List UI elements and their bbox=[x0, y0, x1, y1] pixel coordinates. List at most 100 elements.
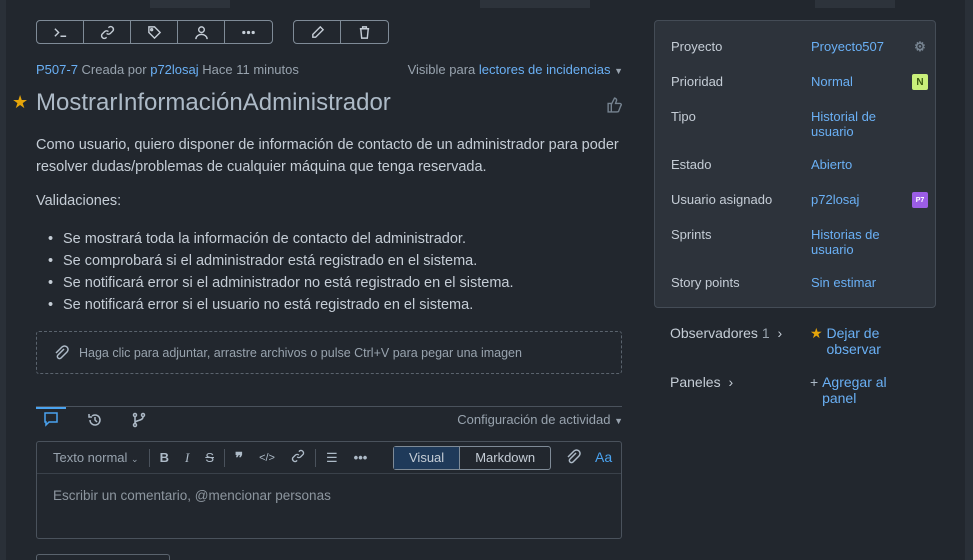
comment-input[interactable]: Escribir un comentario, @mencionar perso… bbox=[37, 474, 621, 517]
list-item: Se comprobará si el administrador está r… bbox=[48, 250, 514, 272]
tag-icon bbox=[147, 25, 161, 39]
attachment-dropzone[interactable]: Haga clic para adjuntar, arrastre archiv… bbox=[36, 331, 622, 374]
terminal-button[interactable] bbox=[37, 21, 84, 43]
validations-heading: Validaciones: bbox=[36, 193, 122, 209]
edit-group bbox=[293, 20, 389, 44]
plus-icon: + bbox=[810, 374, 819, 390]
link-button[interactable] bbox=[84, 21, 131, 43]
history-icon bbox=[88, 414, 101, 426]
type-value[interactable]: Historial de usuario bbox=[811, 109, 911, 139]
list-button[interactable]: ☰ bbox=[318, 450, 346, 466]
add-to-panel-label: Agregar al panel bbox=[822, 374, 887, 406]
separator bbox=[148, 448, 150, 467]
project-link[interactable]: Proyecto507 bbox=[811, 39, 911, 54]
trash-icon bbox=[359, 25, 370, 39]
actions-group bbox=[36, 20, 273, 44]
chevron-right-icon: › bbox=[728, 374, 734, 390]
field-label: Prioridad bbox=[671, 74, 724, 89]
branch-icon bbox=[132, 412, 146, 428]
strikethrough-button[interactable]: S bbox=[197, 450, 222, 465]
list-item: Se notificará error si el administrador … bbox=[48, 272, 514, 294]
created-time: Hace 11 minutos bbox=[202, 62, 299, 77]
chevron-down-icon: ▼ bbox=[614, 416, 623, 426]
observers-label: Observadores bbox=[670, 325, 758, 341]
thumbs-up-icon[interactable] bbox=[606, 96, 623, 113]
mode-visual-button[interactable]: Visual bbox=[394, 447, 461, 469]
sprints-value[interactable]: Historias de usuario bbox=[811, 227, 911, 257]
field-label: Story points bbox=[671, 275, 740, 290]
paperclip-icon[interactable] bbox=[565, 449, 581, 465]
issue-details-card: Proyecto Proyecto507 ⚙ Prioridad Normal … bbox=[654, 20, 936, 308]
issue-key[interactable]: P507-7 bbox=[36, 62, 78, 77]
issue-description: Como usuario, quiero disponer de informa… bbox=[36, 137, 619, 175]
star-icon: ★ bbox=[810, 325, 823, 341]
star-icon[interactable]: ★ bbox=[12, 92, 28, 113]
activity-tabs bbox=[36, 407, 154, 431]
more-icon bbox=[242, 30, 255, 34]
observers-count: 1 bbox=[761, 325, 770, 341]
issue-title[interactable]: MostrarInformaciónAdministrador bbox=[36, 89, 391, 117]
issue-meta: P507-7 Creada por p72losaj Hace 11 minut… bbox=[36, 62, 299, 77]
visibility: Visible para lectores de incidencias ▼ bbox=[408, 62, 623, 77]
edit-button[interactable] bbox=[294, 21, 341, 43]
tag-button[interactable] bbox=[131, 21, 178, 43]
link-button[interactable] bbox=[283, 449, 313, 466]
bottom-button[interactable] bbox=[36, 554, 170, 560]
field-label: Estado bbox=[671, 157, 712, 172]
status-value[interactable]: Abierto bbox=[811, 157, 911, 172]
visibility-dropdown[interactable]: lectores de incidencias bbox=[479, 62, 611, 77]
list-item: Se mostrará toda la información de conta… bbox=[48, 228, 514, 250]
story-points-value[interactable]: Sin estimar bbox=[811, 275, 911, 290]
text-style-dropdown[interactable]: Texto normal ⌄ bbox=[45, 450, 147, 465]
separator bbox=[224, 448, 225, 467]
link-icon bbox=[100, 25, 114, 39]
editor-mode-toggle: Visual Markdown bbox=[393, 446, 552, 470]
created-by-label: Creada por bbox=[81, 62, 147, 77]
chevron-right-icon: › bbox=[777, 325, 783, 341]
comment-editor: Texto normal ⌄ B I S ❞ </> ☰ ••• Visual … bbox=[36, 441, 622, 539]
assignee-value[interactable]: p72losaj bbox=[811, 192, 911, 207]
author-link[interactable]: p72losaj bbox=[150, 62, 198, 77]
panels-section[interactable]: Paneles › bbox=[670, 374, 733, 390]
quote-button[interactable]: ❞ bbox=[227, 449, 251, 467]
right-edge bbox=[965, 0, 973, 560]
italic-button[interactable]: I bbox=[177, 450, 197, 466]
more-options-button[interactable]: ••• bbox=[346, 450, 376, 465]
link-icon bbox=[291, 449, 305, 463]
left-edge bbox=[0, 0, 6, 560]
priority-value[interactable]: Normal bbox=[811, 74, 911, 89]
activity-config[interactable]: Configuración de actividad ▼ bbox=[457, 412, 623, 427]
mode-markdown-button[interactable]: Markdown bbox=[460, 447, 550, 469]
field-label: Proyecto bbox=[671, 39, 723, 54]
tab-history[interactable] bbox=[80, 409, 110, 431]
editor-right-tools: Aa bbox=[565, 449, 612, 465]
delete-button[interactable] bbox=[341, 21, 388, 43]
bold-button[interactable]: B bbox=[152, 450, 177, 465]
attach-hint: Haga clic para adjuntar, arrastre archiv… bbox=[79, 345, 522, 360]
text-format-button[interactable]: Aa bbox=[595, 449, 612, 465]
code-button[interactable]: </> bbox=[251, 452, 283, 464]
comment-icon bbox=[44, 412, 58, 427]
chevron-down-icon: ⌄ bbox=[131, 454, 139, 464]
gear-icon[interactable]: ⚙ bbox=[912, 39, 928, 55]
unwatch-button[interactable]: ★ Dejar de observar bbox=[810, 325, 916, 357]
background-strip bbox=[150, 0, 230, 8]
unwatch-label: Dejar de observar bbox=[826, 325, 881, 357]
field-label: Sprints bbox=[671, 227, 712, 242]
issue-toolbar bbox=[36, 20, 389, 44]
validations-list: Se mostrará toda la información de conta… bbox=[48, 228, 514, 316]
tab-comments[interactable] bbox=[36, 407, 66, 429]
background-strip bbox=[815, 0, 895, 8]
activity-divider bbox=[36, 406, 622, 407]
visibility-label: Visible para bbox=[407, 62, 476, 77]
pencil-icon bbox=[311, 25, 324, 38]
field-label: Tipo bbox=[671, 109, 696, 124]
assign-user-button[interactable] bbox=[178, 21, 225, 43]
more-button[interactable] bbox=[225, 21, 272, 43]
field-label: Usuario asignado bbox=[671, 192, 773, 207]
background-strip bbox=[480, 0, 590, 8]
add-to-panel-button[interactable]: + Agregar al panel bbox=[810, 374, 922, 406]
terminal-icon bbox=[53, 27, 66, 37]
tab-branches[interactable] bbox=[124, 409, 154, 431]
observers-section[interactable]: Observadores 1 › bbox=[670, 325, 782, 341]
